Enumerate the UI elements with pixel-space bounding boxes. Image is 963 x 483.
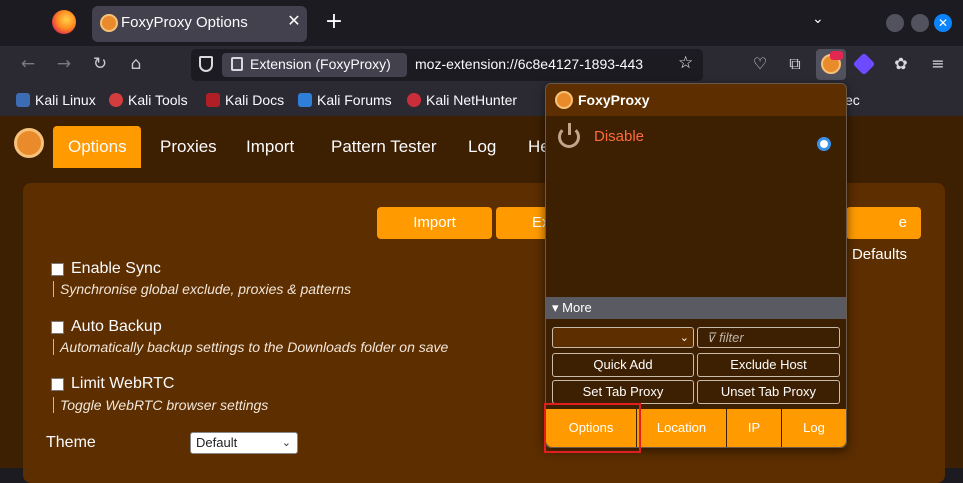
list-all-tabs-icon[interactable]: ⌄ (812, 11, 824, 27)
enable-sync-label[interactable]: Enable Sync (71, 260, 161, 278)
enable-sync-checkbox[interactable] (51, 263, 64, 276)
bookmark-kali-tools[interactable]: Kali Tools (109, 92, 188, 108)
close-window-button[interactable]: ✕ (934, 14, 952, 32)
limit-webrtc-checkbox[interactable] (51, 378, 64, 391)
foxyproxy-favicon-icon (100, 14, 118, 32)
foxyproxy-logo-icon (14, 128, 44, 158)
home-icon[interactable]: ⌂ (124, 54, 148, 74)
new-tab-button[interactable]: + (322, 9, 346, 34)
bookmark-label: Kali NetHunter (426, 92, 518, 108)
kali-tools-icon (109, 93, 123, 107)
back-icon[interactable]: ← (16, 54, 40, 74)
pocket-icon[interactable]: ♡ (749, 54, 771, 73)
exclude-host-button[interactable]: Exclude Host (697, 353, 840, 377)
disable-mode-radio[interactable] (817, 137, 831, 151)
auto-backup-checkbox[interactable] (51, 321, 64, 334)
bookmark-kali-nethunter[interactable]: Kali NetHunter (407, 92, 517, 108)
nethunter-icon (407, 93, 421, 107)
import-button[interactable]: Import (377, 207, 492, 239)
theme-select-value: Default (196, 435, 238, 450)
bookmark-label: Kali Linux (35, 92, 96, 108)
auto-backup-description: Automatically backup settings to the Dow… (53, 339, 448, 355)
enable-sync-description: Synchronise global exclude, proxies & pa… (53, 281, 351, 297)
footer-log-button[interactable]: Log (782, 409, 846, 447)
puzzle-piece-icon (231, 57, 243, 71)
bookmark-label: Kali Docs (225, 92, 285, 108)
tracking-protection-shield-icon[interactable] (199, 56, 213, 72)
url-text[interactable]: moz-extension://6c8e4127-1893-443 (415, 56, 670, 72)
close-tab-icon[interactable]: ✕ (284, 11, 304, 30)
extensions-icon[interactable]: ⧉ (784, 54, 806, 74)
tab-import[interactable]: Import (246, 137, 294, 157)
bookmark-kali-linux[interactable]: Kali Linux (16, 92, 96, 108)
minimize-window-button[interactable] (886, 14, 904, 32)
kali-docs-icon (206, 93, 220, 107)
foxyproxy-status-badge (830, 51, 843, 60)
quick-add-button[interactable]: Quick Add (552, 353, 694, 377)
bookmark-partial[interactable]: ec (845, 92, 860, 108)
chevron-down-icon: ⌄ (281, 437, 291, 449)
popup-title: FoxyProxy (578, 92, 650, 108)
bookmark-kali-forums[interactable]: Kali Forums (298, 92, 392, 108)
tab-options[interactable]: Options (68, 137, 127, 157)
more-label[interactable]: ▾ More (552, 300, 592, 316)
maximize-window-button[interactable] (911, 14, 929, 32)
limit-webrtc-description: Toggle WebRTC browser settings (53, 397, 268, 413)
kali-forums-icon (298, 93, 312, 107)
proxy-select[interactable]: ⌄ (552, 327, 694, 348)
theme-label: Theme (46, 434, 96, 451)
bookmark-label: Kali Tools (128, 92, 188, 108)
hamburger-menu-icon[interactable]: ≡ (927, 54, 949, 73)
limit-webrtc-label[interactable]: Limit WebRTC (71, 375, 174, 393)
theme-select[interactable]: Default ⌄ (190, 432, 298, 454)
footer-ip-button[interactable]: IP (727, 409, 782, 447)
tab-title: FoxyProxy Options (121, 14, 248, 31)
tab-pattern-tester[interactable]: Pattern Tester (331, 137, 437, 157)
set-tab-proxy-button[interactable]: Set Tab Proxy (552, 380, 694, 404)
bookmark-star-icon[interactable]: ☆ (678, 53, 693, 73)
power-icon-stem (568, 123, 571, 135)
cookie-extension-icon[interactable]: ✿ (890, 54, 912, 73)
tab-log[interactable]: Log (468, 137, 496, 157)
bookmark-kali-docs[interactable]: Kali Docs (206, 92, 284, 108)
unset-tab-proxy-button[interactable]: Unset Tab Proxy (697, 380, 840, 404)
disable-mode-label[interactable]: Disable (594, 128, 644, 145)
auto-backup-label[interactable]: Auto Backup (71, 318, 162, 336)
firefox-icon[interactable] (52, 10, 76, 34)
forward-icon[interactable]: → (52, 54, 76, 74)
footer-location-button[interactable]: Location (637, 409, 727, 447)
tab-proxies[interactable]: Proxies (160, 137, 217, 157)
foxyproxy-logo-icon (555, 91, 573, 109)
filter-input[interactable]: ⊽ filter (697, 327, 840, 348)
export-button[interactable]: Ex (496, 207, 550, 239)
site-identity-label: Extension (FoxyProxy) (250, 56, 391, 72)
highlight-box (544, 403, 641, 453)
reload-icon[interactable]: ↻ (88, 54, 112, 74)
kali-icon (16, 93, 30, 107)
bookmark-label: Kali Forums (317, 92, 392, 108)
restore-defaults-button[interactable]: e Defaults (846, 207, 921, 263)
